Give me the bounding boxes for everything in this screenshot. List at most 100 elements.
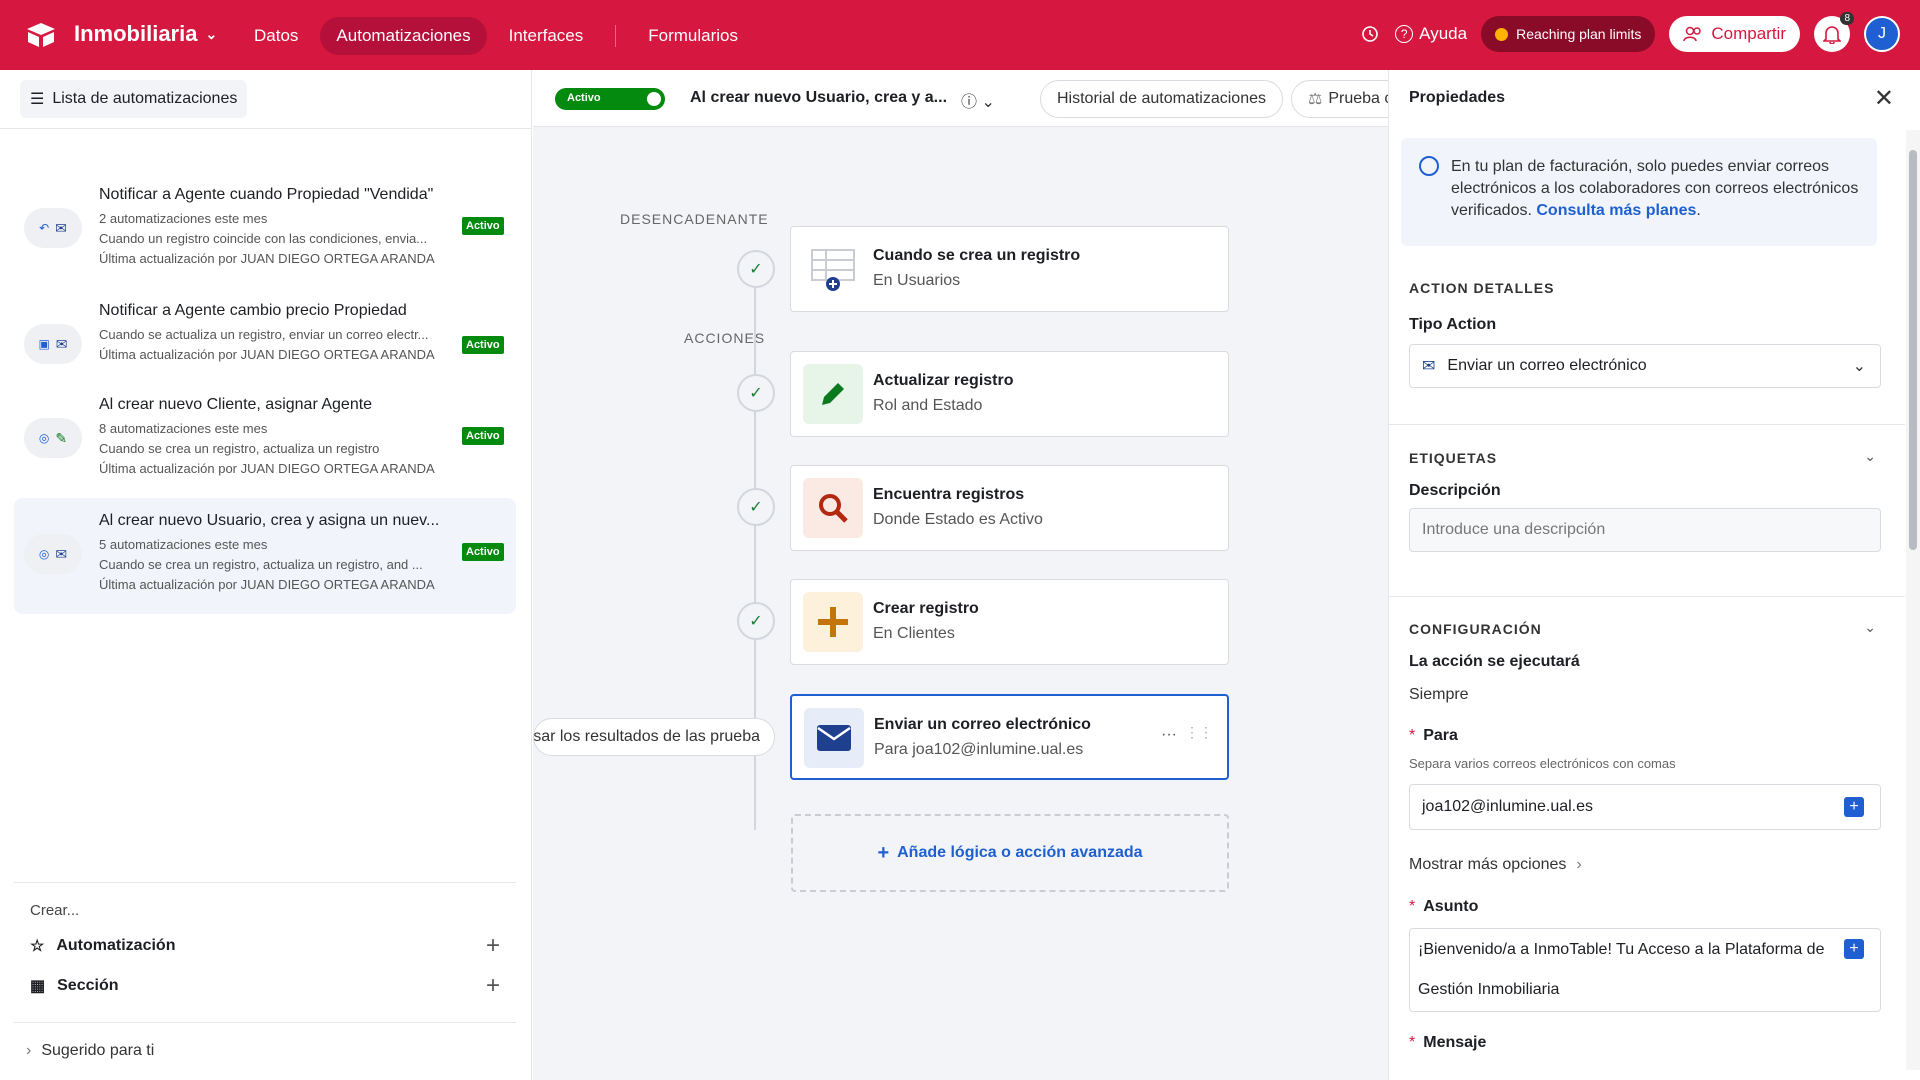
tab-interfaces[interactable]: Interfaces (493, 17, 600, 55)
email-icon: ✉ (1422, 358, 1436, 375)
history-icon[interactable] (1359, 23, 1381, 45)
help-button[interactable]: ? Ayuda (1395, 24, 1467, 44)
to-label-text: Para (1423, 727, 1458, 744)
automation-item[interactable]: ↶ ✉ Notificar a Agente cuando Propiedad … (14, 172, 516, 288)
suggested-label: Sugerido para ti (41, 1042, 155, 1059)
automation-desc: Cuando se actualiza un registro, enviar … (99, 327, 429, 342)
card-subtitle: Para joa102@inlumine.ual.es (874, 741, 1084, 758)
card-title: Actualizar registro (873, 372, 1014, 389)
properties-panel: Propiedades ✕ En tu plan de facturación,… (1388, 70, 1920, 1080)
plus-icon: + (485, 932, 500, 959)
help-label: Ayuda (1419, 24, 1468, 43)
description-input[interactable]: Introduce una descripción (1409, 508, 1881, 552)
automation-updated: Última actualización por JUAN DIEGO ORTE… (99, 347, 435, 362)
automation-updated: Última actualización por JUAN DIEGO ORTE… (99, 251, 435, 266)
card-title: Enviar un correo electrónico (874, 716, 1091, 733)
action-type-label: Tipo Action (1409, 316, 1497, 333)
status-badge: Activo (462, 543, 504, 561)
bell-icon (1823, 26, 1841, 44)
flask-icon: ⚖ (1308, 91, 1323, 108)
automations-sidebar: ☰ Lista de automatizaciones ↶ ✉ Notifica… (0, 70, 532, 1080)
automation-count: 8 automatizaciones este mes (99, 421, 268, 436)
trigger-match-icon: ↶ (39, 221, 50, 235)
automation-icons: ▣ ✉ (24, 324, 82, 364)
toggle-knob (647, 92, 661, 106)
suggested-toggle[interactable]: › Sugerido para ti (26, 1042, 154, 1060)
card-subtitle: Rol and Estado (873, 397, 983, 414)
table-plus-icon (803, 239, 863, 299)
automation-title: Notificar a Agente cuando Propiedad "Ven… (99, 186, 434, 203)
chevron-down-icon[interactable]: ⌄ (1864, 448, 1876, 465)
more-options-link[interactable]: Mostrar más opciones › (1409, 856, 1582, 874)
avatar[interactable]: J (1864, 16, 1900, 52)
close-icon[interactable]: ✕ (1874, 84, 1894, 113)
notification-count-badge: 8 (1840, 12, 1854, 25)
app-name-button[interactable]: Inmobiliaria ⌄ (74, 21, 217, 47)
drag-handle-icon[interactable]: ⋮⋮ (1185, 724, 1213, 741)
action-card-email[interactable]: Enviar un correo electrónico Para joa102… (790, 694, 1229, 780)
share-button[interactable]: Compartir (1669, 16, 1800, 52)
status-badge: Activo (462, 217, 504, 235)
plan-limits-label: Reaching plan limits (1516, 26, 1642, 42)
insert-field-icon[interactable]: + (1844, 939, 1864, 959)
action-card-create[interactable]: Crear registro En Clientes (790, 579, 1229, 665)
use-test-results-button[interactable]: sar los resultados de las prueba (533, 718, 775, 756)
info-icon (1419, 156, 1439, 176)
scrollbar-thumb[interactable] (1909, 150, 1917, 550)
to-field[interactable]: joa102@inlumine.ual.es + (1409, 784, 1881, 830)
automation-name[interactable]: Al crear nuevo Usuario, crea y a... (690, 89, 947, 107)
more-options-label: Mostrar más opciones (1409, 856, 1567, 873)
create-section-button[interactable]: ▦ Sección + (30, 972, 500, 999)
subject-label-text: Asunto (1423, 898, 1479, 915)
status-badge: Activo (462, 336, 504, 354)
tab-datos[interactable]: Datos (238, 17, 314, 55)
subject-field[interactable]: ¡Bienvenido/a a InmoTable! Tu Acceso a l… (1409, 928, 1881, 1012)
plan-limits-button[interactable]: Reaching plan limits (1481, 16, 1656, 52)
action-card-find[interactable]: Encuentra registros Donde Estado es Acti… (790, 465, 1229, 551)
automation-item[interactable]: ◎ ✎ Al crear nuevo Cliente, asignar Agen… (14, 382, 516, 498)
automation-title: Al crear nuevo Usuario, crea y asigna un… (99, 512, 439, 529)
history-button[interactable]: Historial de automatizaciones (1040, 80, 1283, 118)
action-type-select[interactable]: ✉ Enviar un correo electrónico ⌄ (1409, 344, 1881, 388)
add-advanced-logic-button[interactable]: + Añade lógica o acción avanzada (791, 814, 1229, 892)
notifications-button[interactable]: 8 (1814, 12, 1854, 52)
automation-list-button[interactable]: ☰ Lista de automatizaciones (20, 80, 248, 118)
automation-icons: ↶ ✉ (24, 208, 82, 248)
chevron-down-icon: ⌄ (1852, 358, 1866, 375)
chevron-down-icon: ⌄ (981, 94, 995, 111)
active-toggle[interactable]: Activo (555, 88, 665, 110)
automation-item-selected[interactable]: ◎ ✉ Al crear nuevo Usuario, crea y asign… (14, 498, 516, 614)
email-icon: ✉ (55, 545, 68, 562)
automation-list-label: Lista de automatizaciones (52, 90, 238, 107)
insert-field-icon[interactable]: + (1844, 797, 1864, 817)
run-condition-value[interactable]: Siempre (1409, 686, 1469, 704)
to-label: * Para (1409, 727, 1458, 745)
chevron-right-icon: › (26, 1042, 32, 1059)
search-icon (803, 478, 863, 538)
trigger-update-icon: ▣ (38, 337, 50, 351)
create-label: Crear... (30, 902, 80, 919)
automation-desc: Cuando se crea un registro, actualiza un… (99, 557, 423, 572)
see-plans-link[interactable]: Consulta más planes (1536, 202, 1696, 219)
warning-dot-icon (1495, 27, 1509, 41)
topbar-actions: ? Ayuda Reaching plan limits Compartir 8… (1359, 12, 1900, 52)
required-marker: * (1409, 898, 1416, 915)
tab-formularios[interactable]: Formularios (632, 17, 754, 55)
base-logo-icon[interactable] (26, 22, 56, 48)
test-button[interactable]: ⚖ Prueba c (1291, 80, 1388, 118)
panel-scrollbar[interactable] (1906, 130, 1920, 1070)
help-icon: ? (1395, 25, 1414, 43)
info-button[interactable]: ⓘ ⌄ (961, 88, 995, 112)
create-automation-label: Automatización (56, 937, 176, 954)
required-marker: * (1409, 1034, 1416, 1051)
more-options-icon[interactable]: ··· (1161, 726, 1177, 744)
panel-title: Propiedades (1409, 89, 1506, 106)
results-label: sar los resultados de las prueba (533, 728, 760, 745)
chevron-down-icon[interactable]: ⌄ (1864, 619, 1876, 636)
action-card-update[interactable]: Actualizar registro Rol and Estado (790, 351, 1229, 437)
trigger-card[interactable]: Cuando se crea un registro En Usuarios (790, 226, 1229, 312)
automation-canvas: Activo Al crear nuevo Usuario, crea y a.… (533, 70, 1388, 1080)
automation-desc: Cuando se crea un registro, actualiza un… (99, 441, 380, 456)
tab-automatizaciones[interactable]: Automatizaciones (320, 17, 487, 55)
create-automation-button[interactable]: ☆ Automatización + (30, 932, 500, 959)
